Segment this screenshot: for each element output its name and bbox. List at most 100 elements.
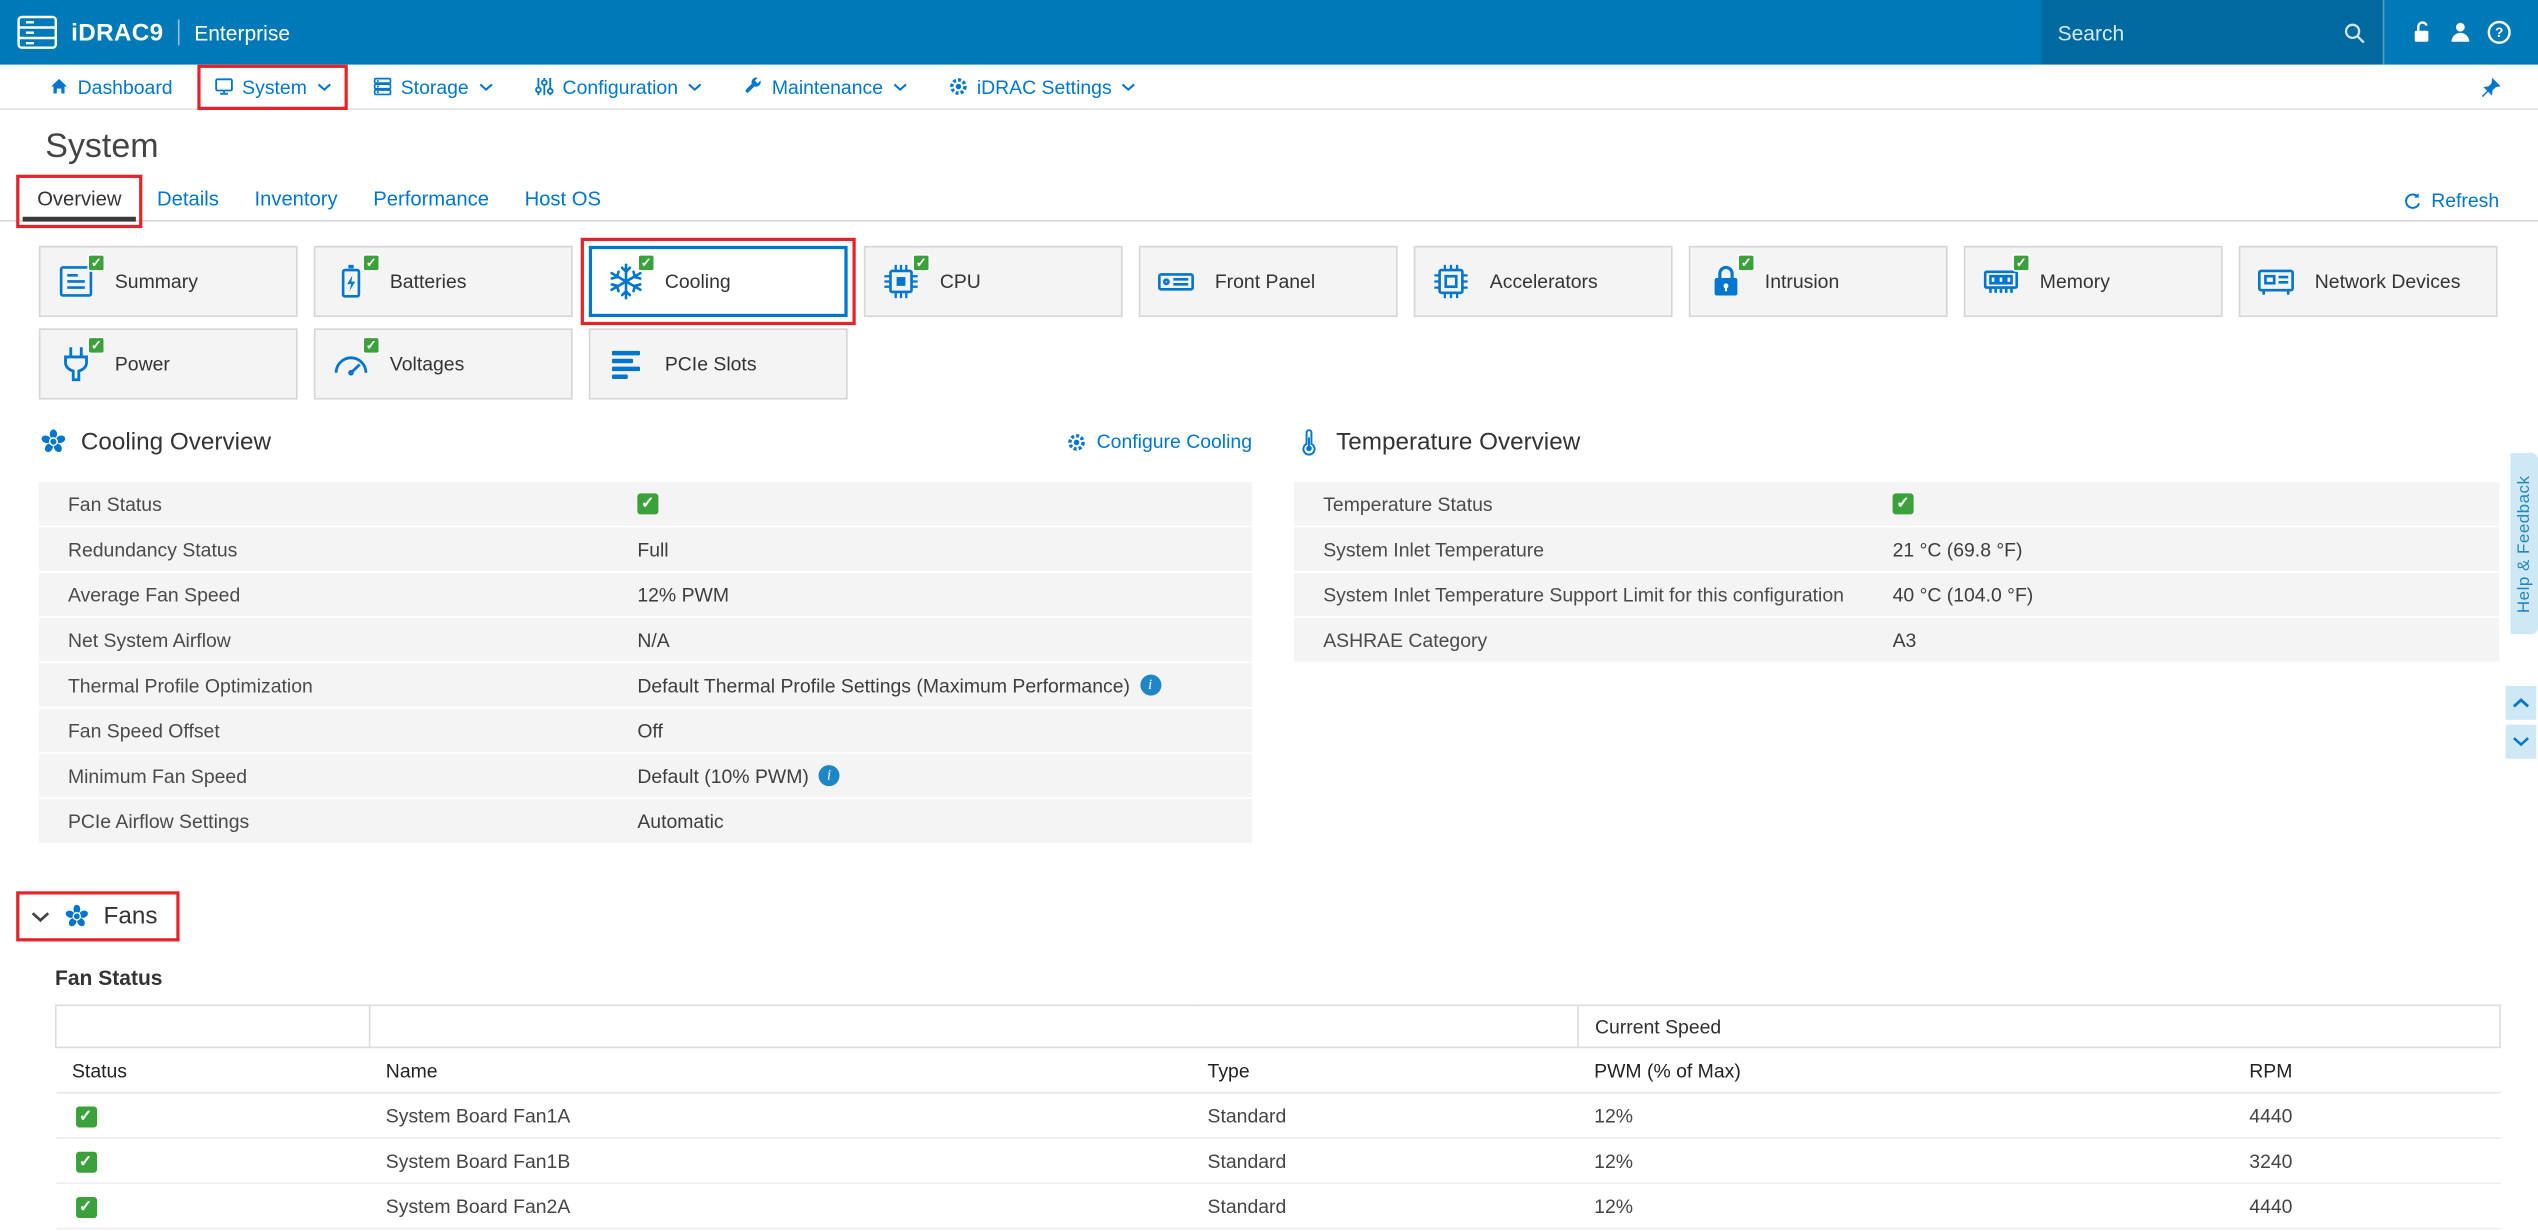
tab-host-os[interactable]: Host OS [510, 181, 616, 220]
tile-label: Front Panel [1214, 270, 1316, 293]
ok-badge-icon: ✓ [362, 336, 381, 355]
row-value: ✓ [637, 493, 659, 515]
pcie-slots-icon [605, 343, 647, 385]
tile-label: Voltages [389, 352, 465, 376]
status-ok-icon: ✓ [75, 1197, 97, 1219]
row-label: Thermal Profile Optimization [67, 673, 313, 697]
cooling-overview-header: Cooling Overview Configure Cooling [39, 422, 1252, 461]
temperature-overview-title: Temperature Overview [1336, 427, 1581, 456]
row-value: Off [637, 719, 663, 742]
column-header-rpm: RPM [2233, 1047, 2501, 1094]
tile-pcie-slots[interactable]: PCIe Slots [588, 328, 848, 400]
info-icon[interactable]: i [818, 765, 840, 787]
fan-type-cell: Standard [1191, 1092, 1578, 1139]
memory-icon: ✓ [1980, 253, 2031, 302]
status-ok-icon: ✓ [75, 1151, 97, 1173]
tile-network-devices[interactable]: Network Devices [2238, 245, 2498, 318]
fan-pwm-cell: 12% [1577, 1183, 2234, 1230]
scroll-up-icon[interactable] [2505, 685, 2537, 720]
info-icon[interactable]: i [1139, 674, 1161, 696]
fan-name-cell: System Board Fan1A [369, 1092, 1192, 1139]
fan-status-table-title: Fan Status [54, 965, 163, 990]
tile-power[interactable]: ✓ Power [38, 328, 298, 400]
tab-performance[interactable]: Performance [359, 181, 504, 220]
idrac-logo-icon[interactable] [16, 15, 58, 51]
ok-badge-icon: ✓ [912, 253, 931, 272]
search-icon[interactable] [2342, 20, 2366, 44]
tabs: Overview Details Inventory Performance Host … [16, 174, 616, 229]
tab-details[interactable]: Details [143, 181, 234, 220]
unlock-icon[interactable] [2410, 19, 2436, 45]
nav-item-configuration[interactable]: Configuration [524, 70, 712, 102]
tab-inventory[interactable]: Inventory [240, 181, 352, 220]
overview-row-fan-status: Fan Status ✓ [38, 482, 1253, 528]
nav-item-system[interactable]: System [196, 63, 348, 110]
row-value-text: 12% PWM [637, 583, 730, 606]
nav-item-storage[interactable]: Storage [362, 70, 503, 102]
row-value: Default Thermal Profile Settings (Maximu… [637, 674, 1161, 696]
tile-cooling[interactable]: ✓ Cooling [580, 237, 856, 326]
tile-batteries[interactable]: ✓ Batteries [313, 245, 573, 318]
temperature-overview-header: Temperature Overview [1294, 422, 2499, 461]
tile-voltages[interactable]: ✓ Voltages [313, 328, 573, 400]
tile-accelerators[interactable]: Accelerators [1413, 245, 1673, 318]
fans-section-title: Fans [103, 902, 158, 931]
nav-item-label: Dashboard [77, 75, 173, 98]
group-cell-current-speed: Current Speed [1577, 1004, 2501, 1049]
cooling-icon: ✓ [605, 253, 656, 302]
row-value-text: N/A [637, 628, 670, 652]
nav-item-dashboard[interactable]: Dashboard [39, 70, 183, 102]
row-label: Minimum Fan Speed [67, 764, 248, 787]
status-ok-icon: ✓ [1892, 493, 1914, 515]
help-icon[interactable]: ? [2486, 19, 2512, 45]
search-box[interactable] [2041, 0, 2385, 65]
row-label: Fan Status [67, 492, 162, 516]
refresh-button[interactable]: Refresh [2402, 189, 2499, 212]
overview-row-system-inlet-temperature-support-limit-for-this-configuration: System Inlet Temperature Support Limit f… [1294, 572, 2500, 618]
chevron-down-icon [478, 82, 493, 92]
row-label: Average Fan Speed [67, 583, 241, 606]
user-icon[interactable] [2447, 19, 2473, 45]
pin-icon[interactable] [2478, 76, 2502, 100]
tile-intrusion[interactable]: ✓ Intrusion [1688, 245, 1948, 318]
tile-summary[interactable]: ✓ Summary [38, 245, 298, 318]
fan-rpm-cell: 4440 [2233, 1183, 2501, 1230]
refresh-label: Refresh [2431, 189, 2500, 212]
configure-cooling-link[interactable]: Configure Cooling [1066, 430, 1252, 453]
column-header-pwm-of-max: PWM (% of Max) [1577, 1047, 2234, 1094]
fan-status-cell: ✓ [55, 1183, 370, 1230]
nav-item-maintenance[interactable]: Maintenance [733, 70, 917, 102]
tile-memory[interactable]: ✓ Memory [1963, 245, 2223, 318]
nav-item-label: Maintenance [771, 75, 884, 98]
tile-cpu[interactable]: ✓ CPU [863, 245, 1123, 318]
row-value-text: Default (10% PWM) [637, 764, 809, 787]
tab-overview[interactable]: Overview [16, 174, 143, 229]
tile-label: PCIe Slots [664, 352, 757, 376]
ok-badge-icon: ✓ [637, 253, 656, 272]
fan-type-cell: Standard [1191, 1183, 1578, 1230]
row-label: Net System Airflow [67, 628, 231, 652]
tile-label: Power [114, 352, 170, 376]
battery-icon: ✓ [330, 253, 381, 302]
row-value: Default (10% PWM) i [637, 764, 840, 787]
row-label: Fan Speed Offset [67, 719, 220, 742]
nav-item-idrac-settings[interactable]: iDRAC Settings [938, 70, 1146, 102]
help-feedback-tab[interactable]: Help & Feedback [2510, 452, 2538, 635]
search-input[interactable] [2057, 20, 2343, 45]
fan-status-cell: ✓ [55, 1137, 370, 1185]
ok-badge-icon: ✓ [362, 253, 381, 272]
nav-item-label: Configuration [562, 75, 679, 98]
fans-section-toggle[interactable]: Fans [16, 891, 181, 942]
cooling-overview-section: Cooling Overview Configure Cooling Fan S… [38, 422, 1253, 845]
row-value: Automatic [637, 810, 723, 833]
home-icon [49, 76, 70, 97]
summary-icon: ✓ [55, 253, 106, 302]
scroll-down-icon[interactable] [2505, 724, 2537, 759]
network-devices-icon [2255, 260, 2297, 302]
row-value: A3 [1893, 628, 1917, 651]
cooling-overview-rows: Fan Status ✓ Redundancy Status Full Average … [38, 482, 1253, 845]
configuration-icon [533, 76, 554, 97]
fan-icon [39, 427, 68, 456]
tile-front-panel[interactable]: Front Panel [1138, 245, 1398, 318]
tile-label: Intrusion [1764, 270, 1840, 293]
